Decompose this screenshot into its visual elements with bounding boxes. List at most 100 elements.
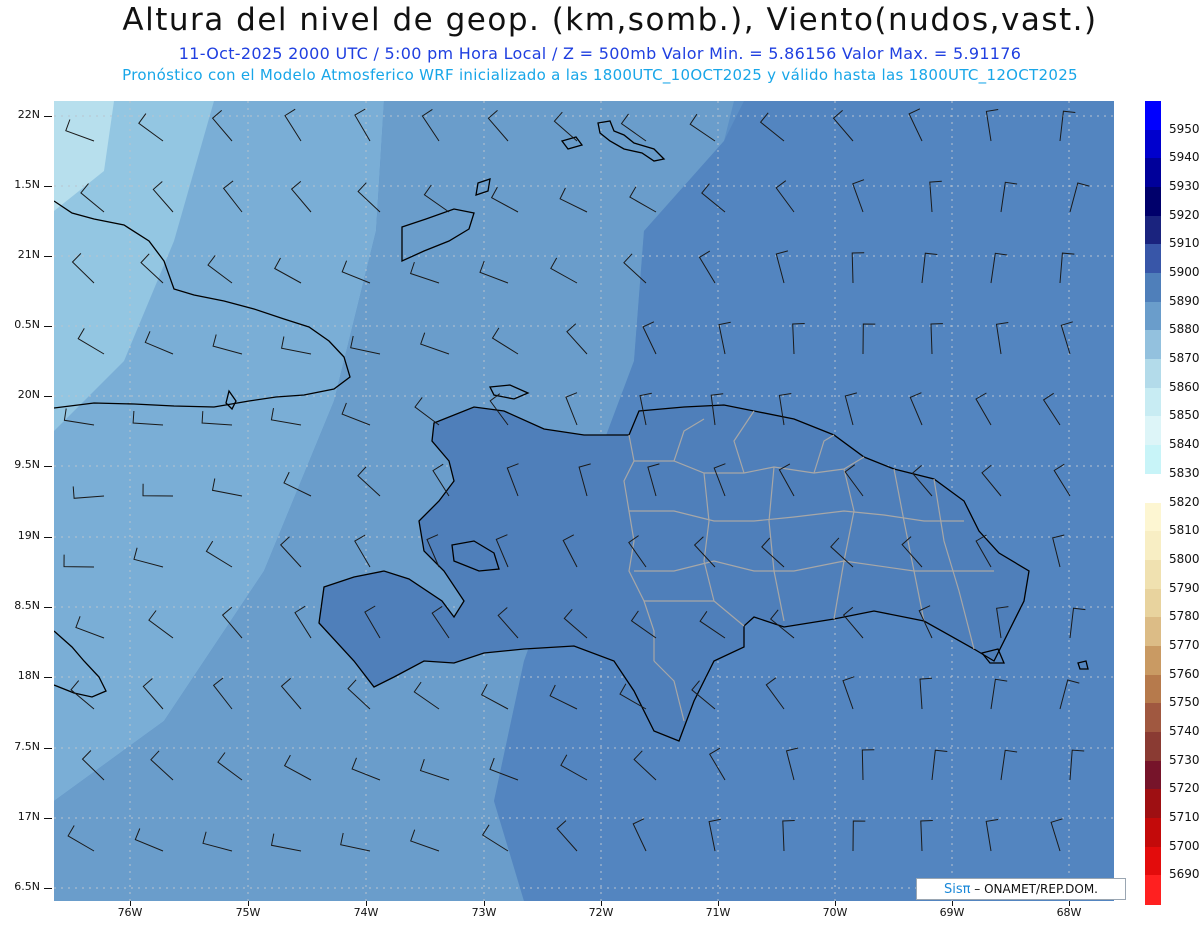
- colorbar-level-label: 5840: [1169, 437, 1200, 452]
- colorbar-level-label: 5790: [1169, 580, 1200, 595]
- colorbar-swatch: [1145, 588, 1161, 618]
- colorbar-level-label: 5800: [1169, 551, 1200, 566]
- longitude-label: 71W: [705, 906, 731, 919]
- colorbar-swatch: [1145, 789, 1161, 819]
- colorbar-level-label: 5830: [1169, 465, 1200, 480]
- latitude-label: 18N: [17, 669, 40, 682]
- map-title: Altura del nivel de geop. (km,somb.), Vi…: [122, 2, 1098, 38]
- latitude-label: 22N: [17, 108, 40, 121]
- longitude-label: 72W: [588, 906, 614, 919]
- latitude-label: 17N: [17, 810, 40, 823]
- colorbar-level-label: 5910: [1169, 236, 1200, 251]
- colorbar-level-label: 5930: [1169, 179, 1200, 194]
- colorbar-level-label: 5950: [1169, 121, 1200, 136]
- colorbar-level-label: 5850: [1169, 408, 1200, 423]
- colorbar-swatch: [1145, 760, 1161, 790]
- latitude-tick: [44, 466, 52, 467]
- longitude-tick: [484, 901, 485, 906]
- latitude-tick: [44, 607, 52, 608]
- geopotential-colorbar: [1145, 101, 1161, 905]
- colorbar-swatch: [1145, 330, 1161, 360]
- latitude-label: 21N: [17, 248, 40, 261]
- colorbar-swatch: [1145, 359, 1161, 389]
- colorbar-swatch: [1145, 387, 1161, 418]
- colorbar-swatch: [1145, 617, 1161, 647]
- colorbar-swatch: [1145, 502, 1161, 532]
- colorbar-level-label: 5900: [1169, 265, 1200, 280]
- colorbar-level-label: 5740: [1169, 723, 1200, 738]
- latitude-label: 0.5N: [14, 318, 40, 331]
- longitude-tick: [1069, 901, 1070, 906]
- colorbar-level-label: 5750: [1169, 695, 1200, 710]
- credit-text: – ONAMET/REP.DOM.: [974, 882, 1098, 896]
- latitude-tick: [44, 116, 52, 117]
- longitude-tick: [130, 901, 131, 906]
- colorbar-swatch: [1145, 875, 1161, 905]
- colorbar-level-label: 5770: [1169, 637, 1200, 652]
- colorbar-level-label: 5940: [1169, 150, 1200, 165]
- colorbar-level-label: 5760: [1169, 666, 1200, 681]
- latitude-tick: [44, 818, 52, 819]
- colorbar-level-label: 5710: [1169, 809, 1200, 824]
- colorbar-swatch: [1145, 731, 1161, 762]
- latitude-label: 9.5N: [14, 458, 40, 471]
- colorbar-swatch: [1145, 244, 1161, 274]
- latitude-tick: [44, 748, 52, 749]
- colorbar-swatch: [1145, 703, 1161, 733]
- colorbar-swatch: [1145, 645, 1161, 676]
- colorbar-swatch: [1145, 129, 1161, 159]
- longitude-label: 74W: [353, 906, 379, 919]
- latitude-tick: [44, 326, 52, 327]
- longitude-tick: [718, 901, 719, 906]
- latitude-label: 6.5N: [14, 880, 40, 893]
- longitude-tick: [601, 901, 602, 906]
- forecast-map-panel: [54, 101, 1114, 901]
- longitude-tick: [366, 901, 367, 906]
- longitude-label: 70W: [822, 906, 848, 919]
- colorbar-level-label: 5700: [1169, 838, 1200, 853]
- latitude-label: 8.5N: [14, 599, 40, 612]
- latitude-tick: [44, 888, 52, 889]
- geopotential-wind-map: [54, 101, 1114, 901]
- forecast-time-and-range: 11-Oct-2025 2000 UTC / 5:00 pm Hora Loca…: [178, 44, 1022, 63]
- colorbar-swatch: [1145, 416, 1161, 446]
- longitude-label: 75W: [235, 906, 261, 919]
- latitude-label: 20N: [17, 388, 40, 401]
- longitude-label: 69W: [939, 906, 965, 919]
- sispi-logo-text: Sisπ: [943, 882, 971, 897]
- colorbar-level-label: 5860: [1169, 379, 1200, 394]
- colorbar-level-label: 5920: [1169, 207, 1200, 222]
- colorbar-swatch: [1145, 301, 1161, 332]
- colorbar-level-label: 5780: [1169, 609, 1200, 624]
- latitude-tick: [44, 677, 52, 678]
- colorbar-level-label: 5890: [1169, 293, 1200, 308]
- colorbar-swatch: [1145, 473, 1161, 504]
- colorbar-level-label: 5730: [1169, 752, 1200, 767]
- colorbar-level-label: 5820: [1169, 494, 1200, 509]
- longitude-tick: [835, 901, 836, 906]
- latitude-tick: [44, 186, 52, 187]
- latitude-label: 1.5N: [14, 178, 40, 191]
- colorbar-swatch: [1145, 187, 1161, 217]
- model-run-info: Pronóstico con el Modelo Atmosferico WRF…: [122, 66, 1078, 84]
- latitude-tick: [44, 256, 52, 257]
- longitude-tick: [952, 901, 953, 906]
- colorbar-level-label: 5810: [1169, 523, 1200, 538]
- latitude-label: 7.5N: [14, 740, 40, 753]
- colorbar-swatch: [1145, 674, 1161, 704]
- longitude-label: 68W: [1056, 906, 1082, 919]
- credit-badge: Sisπ – ONAMET/REP.DOM.: [916, 878, 1126, 900]
- colorbar-level-label: 5870: [1169, 351, 1200, 366]
- colorbar-level-label: 5690: [1169, 867, 1200, 882]
- latitude-tick: [44, 537, 52, 538]
- colorbar-swatch: [1145, 158, 1161, 188]
- colorbar-swatch: [1145, 273, 1161, 303]
- latitude-tick: [44, 396, 52, 397]
- colorbar-swatch: [1145, 846, 1161, 876]
- colorbar-level-label: 5720: [1169, 781, 1200, 796]
- longitude-label: 76W: [117, 906, 143, 919]
- latitude-label: 19N: [17, 529, 40, 542]
- colorbar-swatch: [1145, 215, 1161, 245]
- colorbar-swatch: [1145, 559, 1161, 590]
- colorbar-swatch: [1145, 817, 1161, 848]
